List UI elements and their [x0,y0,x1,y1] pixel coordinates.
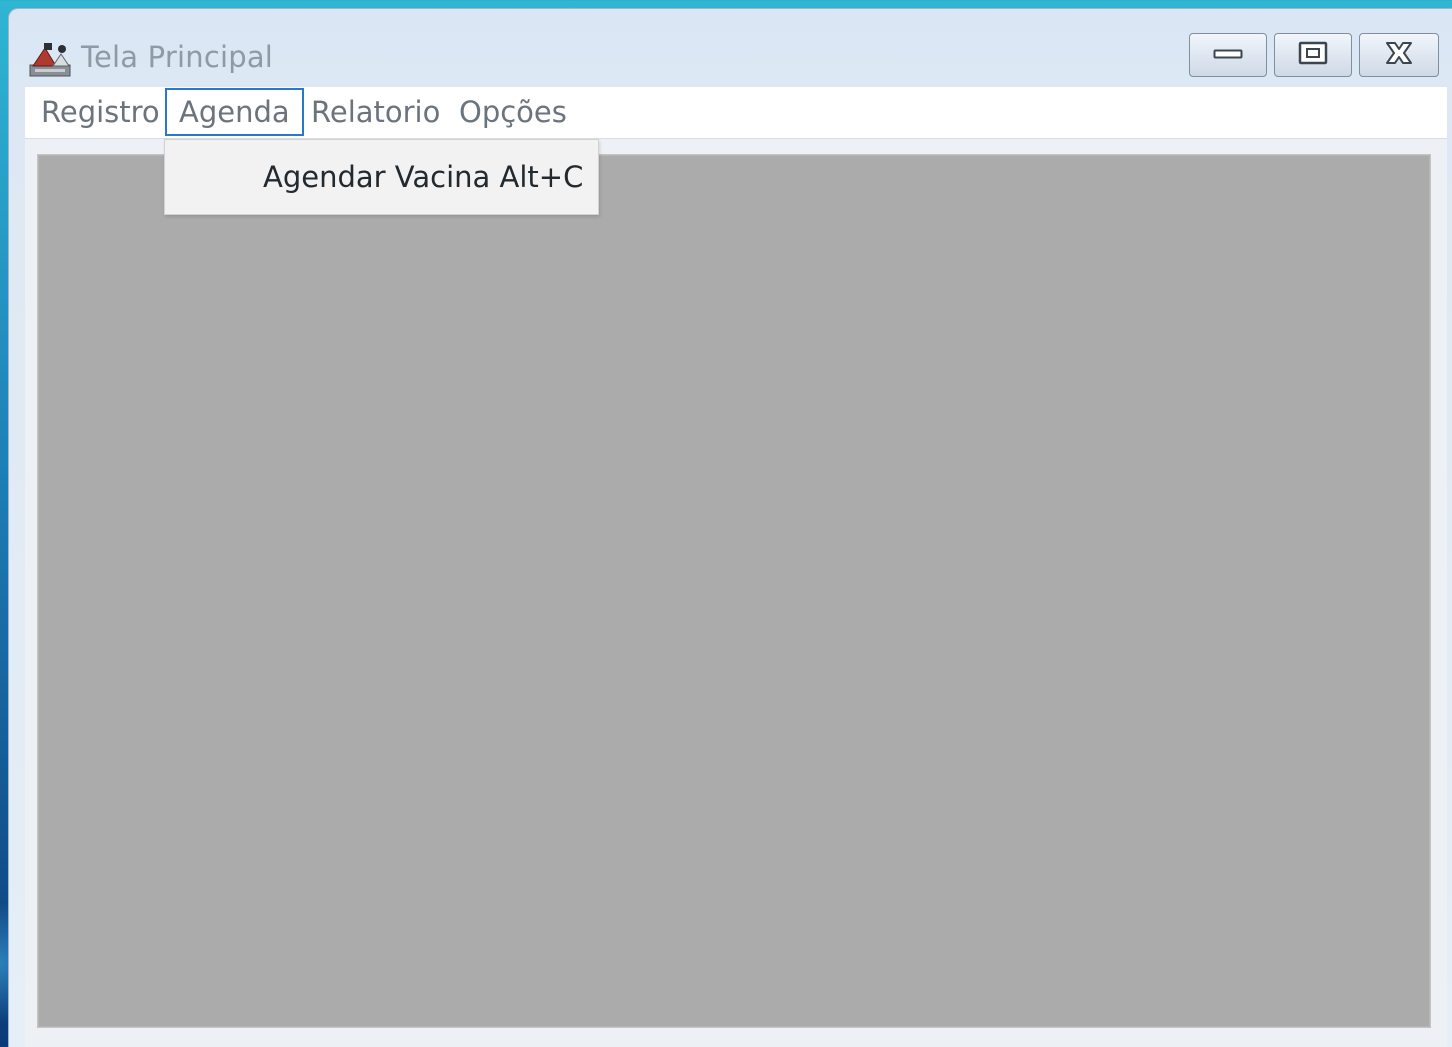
menu-item-agendar-vacina[interactable]: Agendar Vacina Alt+C [165,140,598,214]
close-button[interactable] [1359,33,1439,77]
menu-registro-label: Registro [41,95,160,129]
menu-opcoes-label: Opções [459,95,567,129]
menu-agenda[interactable]: Agenda [165,88,304,136]
window-title: Tela Principal [81,40,274,74]
menu-bar: Registro Agenda Relatorio Opções [25,87,1447,139]
close-icon [1384,40,1414,70]
maximize-icon [1298,41,1328,69]
app-icon [29,39,71,77]
desktop-pane [37,154,1431,1028]
minimize-icon [1213,45,1243,65]
menu-agenda-label: Agenda [179,95,290,129]
minimize-button[interactable] [1189,33,1267,77]
agenda-dropdown-menu: Agendar Vacina Alt+C [164,139,599,215]
menu-item-agendar-vacina-label: Agendar Vacina Alt+C [263,160,584,194]
maximize-button[interactable] [1274,33,1352,77]
menu-opcoes[interactable]: Opções [445,87,581,137]
title-bar[interactable]: Tela Principal [9,9,1452,87]
main-window: Tela Principal Registro Agenda Relatorio… [8,8,1452,1047]
menu-registro[interactable]: Registro [27,87,174,137]
menu-relatorio-label: Relatorio [311,95,441,129]
menu-relatorio[interactable]: Relatorio [297,87,454,137]
